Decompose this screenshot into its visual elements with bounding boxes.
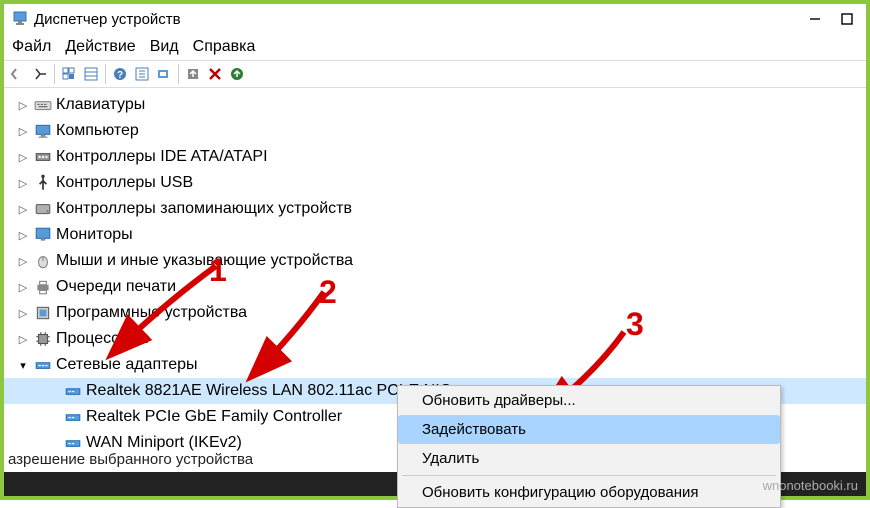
expander-icon[interactable]: ▷ (16, 229, 30, 242)
toolbar: ? (4, 60, 866, 88)
tree-node-computer[interactable]: ▷ Компьютер (4, 118, 866, 144)
tree-label: Компьютер (56, 122, 139, 140)
enable-button[interactable] (227, 64, 247, 84)
tree-label: Клавиатуры (56, 96, 145, 114)
menu-bar: Файл Действие Вид Справка (4, 34, 866, 60)
menu-view[interactable]: Вид (150, 38, 179, 56)
menu-action[interactable]: Действие (65, 38, 135, 56)
update-driver-button[interactable] (183, 64, 203, 84)
watermark: wnonotebooki.ru (763, 478, 858, 493)
tree-node-keyboards[interactable]: ▷ Клавиатуры (4, 92, 866, 118)
minimize-button[interactable] (808, 12, 822, 26)
mouse-icon (34, 252, 52, 270)
tree-label: WAN Miniport (IKEv2) (86, 434, 242, 452)
tree-label: Процессоры (56, 330, 149, 348)
tree-label: Контроллеры USB (56, 174, 193, 192)
expander-icon[interactable]: ▷ (16, 307, 30, 320)
context-menu: Обновить драйверы... Задействовать Удали… (397, 385, 781, 508)
network-adapter-icon (64, 382, 82, 400)
window-frame: Диспетчер устройств Файл Действие Вид Сп… (0, 0, 870, 500)
printer-icon (34, 278, 52, 296)
expander-icon[interactable]: ▷ (16, 99, 30, 112)
tree-label: Сетевые адаптеры (56, 356, 198, 374)
window-controls (808, 12, 854, 26)
expander-icon[interactable]: ▷ (16, 177, 30, 190)
expander-icon[interactable]: ▾ (16, 359, 30, 372)
computer-icon (34, 122, 52, 140)
tree-label: Realtek PCIe GbE Family Controller (86, 408, 342, 426)
tree-label: Очереди печати (56, 278, 176, 296)
maximize-button[interactable] (840, 12, 854, 26)
expander-icon[interactable]: ▷ (16, 203, 30, 216)
window-title: Диспетчер устройств (34, 11, 808, 28)
tree-node-printqueues[interactable]: ▷ Очереди печати (4, 274, 866, 300)
app-icon (12, 11, 28, 27)
expander-icon[interactable]: ▷ (16, 281, 30, 294)
view-button[interactable] (81, 64, 101, 84)
status-bar: азрешение выбранного устройства (8, 451, 253, 468)
tree-node-monitors[interactable]: ▷ Мониторы (4, 222, 866, 248)
network-adapter-icon (64, 408, 82, 426)
tree-node-software[interactable]: ▷ Программные устройства (4, 300, 866, 326)
properties-button[interactable] (132, 64, 152, 84)
ctx-enable[interactable]: Задействовать (398, 415, 780, 444)
tree-label: Контроллеры IDE ATA/ATAPI (56, 148, 268, 166)
menu-file[interactable]: Файл (12, 38, 51, 56)
show-hidden-button[interactable] (59, 64, 79, 84)
monitor-icon (34, 226, 52, 244)
title-bar: Диспетчер устройств (4, 4, 866, 34)
tree-node-storage[interactable]: ▷ Контроллеры запоминающих устройств (4, 196, 866, 222)
menu-help[interactable]: Справка (193, 38, 256, 56)
help-button[interactable]: ? (110, 64, 130, 84)
back-button[interactable] (8, 64, 28, 84)
ctx-separator (402, 475, 776, 476)
uninstall-button[interactable] (205, 64, 225, 84)
network-adapter-icon (64, 434, 82, 452)
usb-icon (34, 174, 52, 192)
tree-node-mice[interactable]: ▷ Мыши и иные указывающие устройства (4, 248, 866, 274)
scan-button[interactable] (154, 64, 174, 84)
tree-node-ide[interactable]: ▷ Контроллеры IDE ATA/ATAPI (4, 144, 866, 170)
svg-text:?: ? (117, 70, 123, 81)
toolbar-separator (178, 64, 179, 84)
toolbar-separator (105, 64, 106, 84)
toolbar-separator (54, 64, 55, 84)
keyboard-icon (34, 96, 52, 114)
expander-icon[interactable]: ▷ (16, 255, 30, 268)
ide-icon (34, 148, 52, 166)
network-icon (34, 356, 52, 374)
ctx-update-drivers[interactable]: Обновить драйверы... (398, 386, 780, 415)
tree-node-usb[interactable]: ▷ Контроллеры USB (4, 170, 866, 196)
storage-icon (34, 200, 52, 218)
tree-label: Мыши и иные указывающие устройства (56, 252, 353, 270)
expander-icon[interactable]: ▷ (16, 125, 30, 138)
tree-label: Контроллеры запоминающих устройств (56, 200, 352, 218)
expander-icon[interactable]: ▷ (16, 333, 30, 346)
tree-node-processors[interactable]: ▷ Процессоры (4, 326, 866, 352)
ctx-refresh-config[interactable]: Обновить конфигурацию оборудования (398, 478, 780, 507)
tree-label: Программные устройства (56, 304, 247, 322)
tree-node-netadapters[interactable]: ▾ Сетевые адаптеры (4, 352, 866, 378)
software-icon (34, 304, 52, 322)
forward-button[interactable] (30, 64, 50, 84)
cpu-icon (34, 330, 52, 348)
expander-icon[interactable]: ▷ (16, 151, 30, 164)
ctx-delete[interactable]: Удалить (398, 444, 780, 473)
tree-label: Мониторы (56, 226, 133, 244)
